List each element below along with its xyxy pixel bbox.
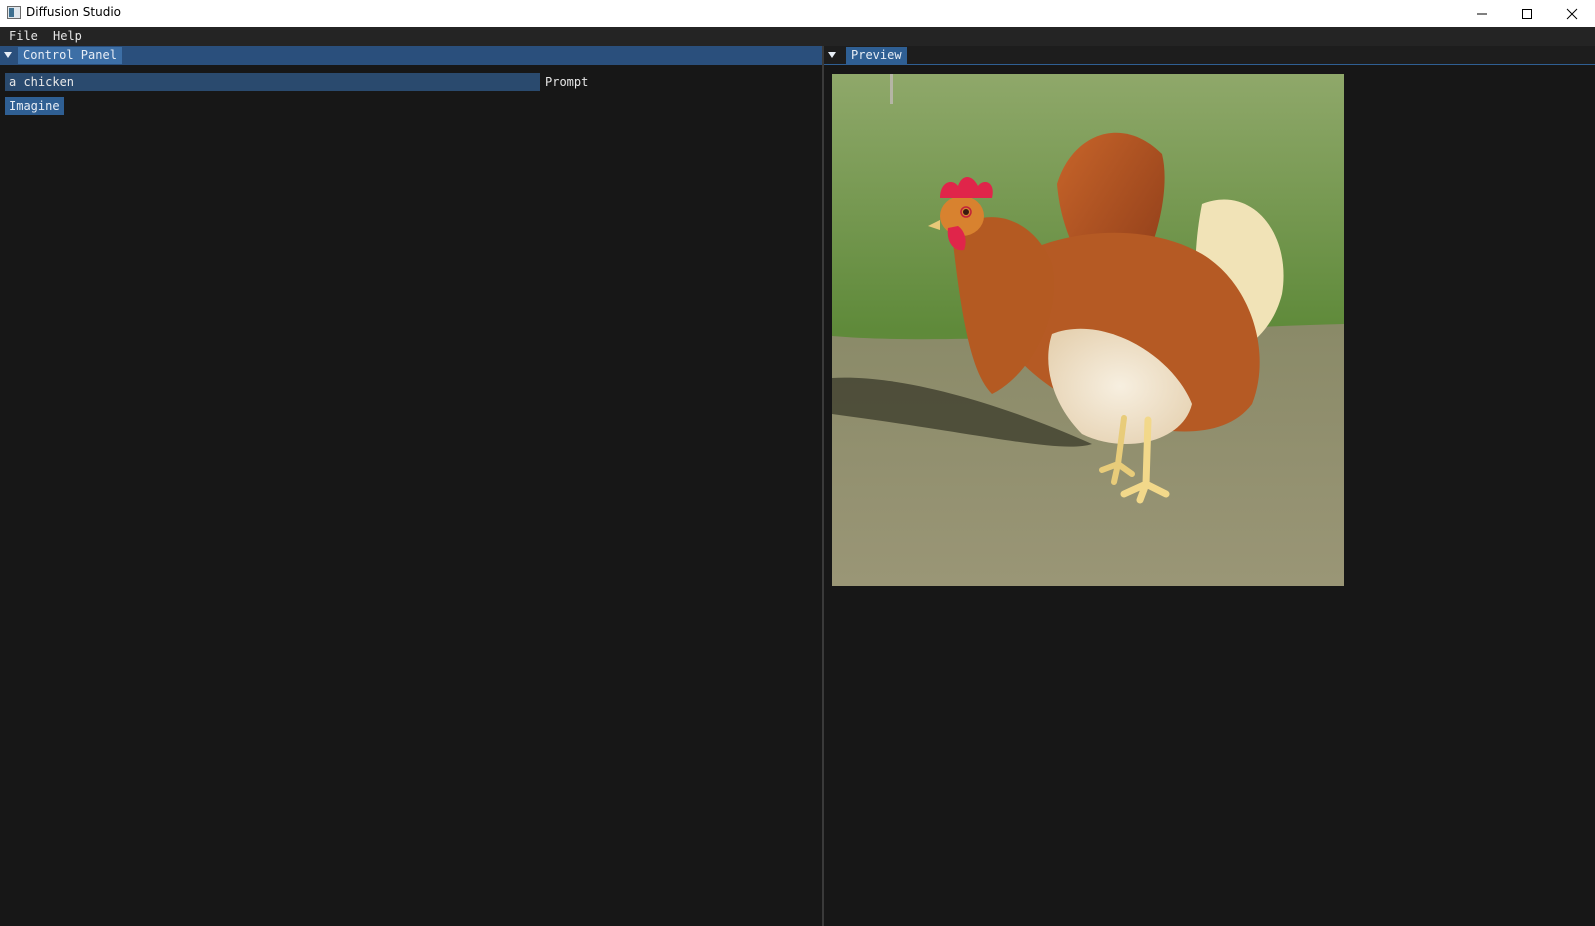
collapse-triangle-icon[interactable] [828,51,836,59]
minimize-icon [1477,13,1487,14]
menu-bar: File Help [0,27,1595,46]
maximize-button[interactable] [1504,0,1550,27]
rooster-image [832,74,1344,586]
tab-control-panel[interactable]: Control Panel [18,47,122,64]
preview-image [832,74,1344,586]
menu-file[interactable]: File [9,29,38,44]
title-bar: Diffusion Studio [0,0,1595,27]
window-title: Diffusion Studio [26,5,122,19]
minimize-button[interactable] [1459,0,1505,27]
collapse-triangle-icon[interactable] [4,51,12,59]
control-panel: Control Panel Prompt Imagine [0,46,822,926]
control-panel-tab-bar: Control Panel [0,46,822,65]
close-icon [1566,8,1578,19]
preview-panel-tab-bar: Preview [824,46,1595,65]
prompt-input[interactable] [5,73,540,91]
maximize-icon [1522,8,1532,19]
app-window-icon [7,6,21,19]
menu-help[interactable]: Help [53,29,82,44]
prompt-label: Prompt [545,75,589,89]
imagine-button[interactable]: Imagine [5,97,64,115]
tab-preview[interactable]: Preview [846,47,907,64]
preview-panel: Preview [824,46,1595,926]
close-button[interactable] [1549,0,1595,27]
